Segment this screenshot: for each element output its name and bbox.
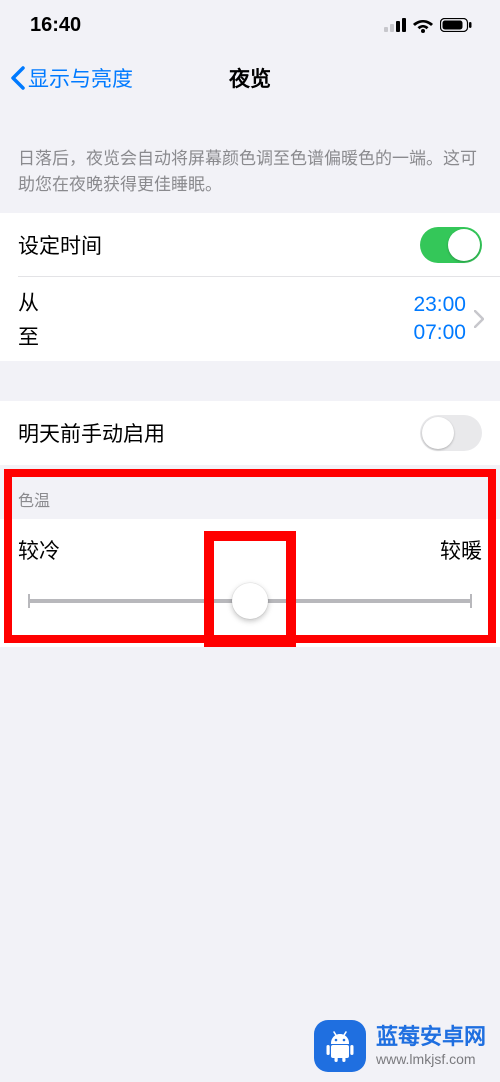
to-label: 至	[18, 321, 39, 351]
from-time: 23:00	[413, 293, 466, 317]
slider-thumb[interactable]	[232, 583, 268, 619]
cellular-icon	[384, 18, 406, 32]
manual-enable-label: 明天前手动启用	[18, 418, 165, 448]
watermark-url: www.lmkjsf.com	[376, 1051, 486, 1068]
color-temp-header: 色温	[0, 465, 500, 519]
manual-enable-toggle[interactable]	[420, 415, 482, 451]
color-temperature-section: 色温 较冷 较暖	[0, 465, 500, 647]
cooler-label: 较冷	[18, 535, 60, 565]
watermark-logo	[314, 1020, 366, 1072]
scheduled-toggle[interactable]	[420, 227, 482, 263]
battery-icon	[440, 18, 472, 32]
manual-enable-row: 明天前手动启用	[0, 401, 500, 465]
nav-bar: 显示与亮度 夜览	[0, 50, 500, 106]
warmer-label: 较暖	[440, 535, 482, 565]
android-icon	[322, 1028, 358, 1064]
chevron-left-icon	[10, 66, 26, 90]
schedule-time-row[interactable]: 从 至 23:00 07:00	[0, 277, 500, 361]
chevron-right-icon	[466, 287, 492, 351]
section-description: 日落后，夜览会自动将屏幕颜色调至色谱偏暖色的一端。这可助您在夜晚获得更佳睡眠。	[0, 136, 500, 213]
watermark-title: 蓝莓安卓网	[376, 1024, 486, 1050]
watermark: 蓝莓安卓网 www.lmkjsf.com	[314, 1020, 486, 1072]
page-title: 夜览	[229, 63, 271, 93]
to-time: 07:00	[413, 321, 466, 345]
status-indicators	[384, 17, 472, 33]
color-temp-slider[interactable]	[28, 583, 472, 619]
back-button[interactable]: 显示与亮度	[10, 63, 133, 93]
scheduled-row: 设定时间	[0, 213, 500, 277]
scheduled-label: 设定时间	[18, 230, 102, 260]
status-bar: 16:40	[0, 0, 500, 50]
wifi-icon	[412, 17, 434, 33]
back-label: 显示与亮度	[28, 63, 133, 93]
status-time: 16:40	[30, 14, 81, 37]
from-label: 从	[18, 287, 39, 317]
